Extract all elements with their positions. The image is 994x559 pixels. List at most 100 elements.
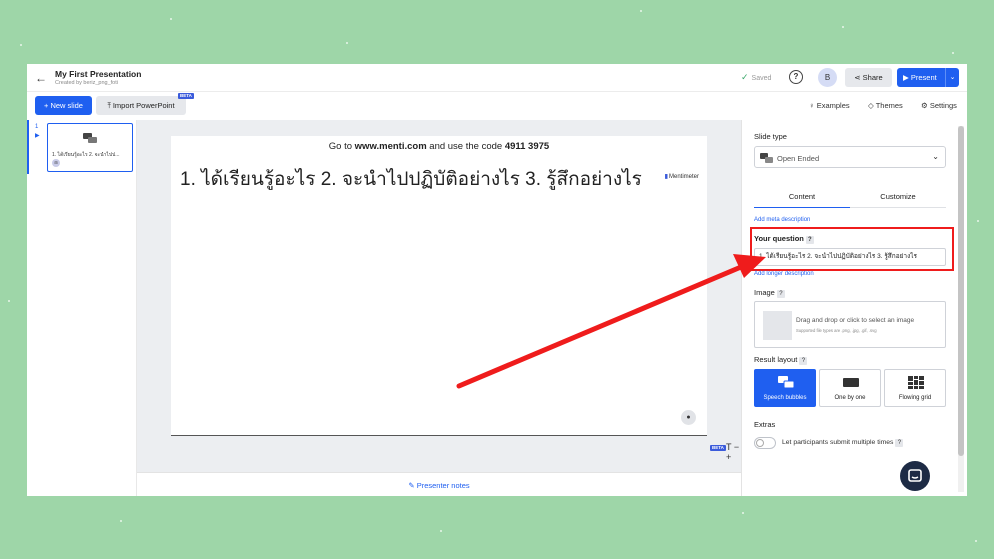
- result-layout-label: Result layout?: [754, 355, 808, 365]
- speech-bubbles-icon: [83, 133, 97, 143]
- background-speck: [640, 10, 642, 12]
- participant-icon[interactable]: ●: [681, 410, 696, 425]
- layout-speech-bubbles[interactable]: Speech bubbles: [754, 369, 816, 407]
- image-placeholder-icon: [763, 311, 792, 340]
- layout-label: Flowing grid: [898, 395, 932, 401]
- help-icon[interactable]: ?: [776, 290, 785, 298]
- gear-icon: ⚙: [921, 101, 930, 110]
- import-powerpoint-button[interactable]: ⤒ Import PowerPoint: [96, 96, 186, 115]
- slide-play-icon: ▶: [35, 133, 40, 139]
- presenter-notes-label: Presenter notes: [416, 481, 470, 490]
- play-icon: ▶: [903, 73, 911, 82]
- slide-thumbnail-text: 1. ได้เรียนรู้อะไร 2. จะนำไปป...: [52, 152, 120, 158]
- extras-label: Extras: [754, 420, 776, 429]
- presentation-subtitle: Created by beriz_png_foti: [55, 80, 118, 86]
- help-icon[interactable]: ?: [895, 439, 904, 447]
- slide-type-label: Slide type: [754, 132, 787, 141]
- grid-icon: [908, 376, 924, 389]
- background-speck: [170, 18, 172, 20]
- themes-link[interactable]: ◇ Themes: [868, 101, 903, 110]
- background-speck: [120, 520, 122, 522]
- app-window: ← My First Presentation Created by beriz…: [27, 64, 967, 496]
- slide-active-indicator: [27, 120, 29, 174]
- presentation-title[interactable]: My First Presentation: [55, 69, 141, 79]
- background-speck: [977, 220, 979, 222]
- slide-canvas-area: Go to www.menti.com and use the code 491…: [137, 120, 741, 496]
- slide-list-panel: 1 ▶ 1. ได้เรียนรู้อะไร 2. จะนำไปป... ⊞: [27, 120, 137, 496]
- examples-label: Examples: [816, 101, 850, 110]
- background-speck: [742, 512, 744, 514]
- beta-badge: BETA: [178, 93, 194, 99]
- presenter-notes-bar[interactable]: ✎ Presenter notes: [137, 472, 741, 496]
- background-speck: [952, 52, 954, 54]
- help-button[interactable]: ?: [789, 70, 803, 84]
- panel-tabs: Content Customize: [754, 186, 946, 208]
- lightbulb-icon: ♀: [809, 101, 817, 110]
- back-arrow-icon[interactable]: ←: [35, 71, 47, 85]
- layout-one-by-one[interactable]: One by one: [819, 369, 881, 407]
- slide-type-select[interactable]: Open Ended ⌄: [754, 146, 946, 168]
- toggle-knob: [756, 439, 764, 447]
- toolbar: + New slide ⤒ Import PowerPoint BETA ♀ E…: [27, 92, 967, 120]
- slide-type-value: Open Ended: [777, 154, 820, 163]
- slide-preview[interactable]: Go to www.menti.com and use the code 491…: [171, 136, 707, 436]
- speech-bubbles-icon: [778, 376, 794, 389]
- speech-bubbles-icon: [760, 153, 773, 163]
- multiple-submissions-label: Let participants submit multiple times?: [782, 439, 904, 447]
- mentimeter-bars-icon: ▮: [664, 174, 668, 180]
- check-icon: ✓: [741, 72, 749, 82]
- help-icon[interactable]: ?: [799, 357, 808, 365]
- join-prefix: Go to: [328, 141, 355, 152]
- image-label-text: Image: [754, 288, 775, 297]
- new-slide-label: New slide: [50, 101, 83, 110]
- add-meta-description-link[interactable]: Add meta description: [754, 217, 810, 223]
- presenter-notes-button[interactable]: ✎ Presenter notes: [137, 481, 741, 490]
- present-dropdown-chevron-icon[interactable]: ⌄: [945, 68, 959, 87]
- join-middle: and use the code: [426, 141, 505, 152]
- panel-scrollbar[interactable]: [958, 126, 964, 492]
- new-slide-button[interactable]: + New slide: [35, 96, 92, 115]
- text-size-beta-badge: BETA: [710, 445, 726, 451]
- multiple-submissions-text: Let participants submit multiple times: [782, 439, 894, 446]
- image-dropzone[interactable]: Drag and drop or click to select an imag…: [754, 301, 946, 348]
- background-speck: [975, 540, 977, 542]
- slide-settings-panel: Slide type Open Ended ⌄ Content Customiz…: [741, 120, 967, 496]
- join-code: 4911 3975: [504, 141, 550, 152]
- dropzone-subtext: Supported file types are .png, .jpg, .gi…: [796, 328, 877, 333]
- single-card-icon: [843, 378, 859, 387]
- present-button[interactable]: ▶ Present ⌄: [897, 68, 959, 87]
- background-speck: [20, 44, 22, 46]
- add-longer-description-link[interactable]: Add longer description: [754, 271, 814, 277]
- slide-question[interactable]: 1. ได้เรียนรู้อะไร 2. จะนำไปปฏิบัติอย่าง…: [180, 168, 650, 192]
- saved-status: ✓ Saved: [741, 72, 771, 83]
- settings-link[interactable]: ⚙ Settings: [921, 101, 957, 110]
- background-speck: [440, 530, 442, 532]
- top-header: ← My First Presentation Created by beriz…: [27, 64, 967, 92]
- saved-label: Saved: [751, 75, 772, 82]
- slide-number: 1: [35, 124, 39, 130]
- present-label: Present: [910, 73, 937, 82]
- tab-customize[interactable]: Customize: [850, 192, 946, 201]
- tab-content[interactable]: Content: [754, 192, 850, 208]
- background-speck: [346, 42, 348, 44]
- examples-link[interactable]: ♀ Examples: [809, 101, 850, 110]
- chevron-down-icon: ⌄: [932, 152, 939, 161]
- scrollbar-thumb[interactable]: [958, 126, 964, 456]
- text-size-controls[interactable]: T − +: [726, 442, 741, 462]
- themes-label: Themes: [875, 101, 903, 110]
- join-instructions: Go to www.menti.com and use the code 491…: [171, 141, 707, 152]
- palette-icon: ◇: [868, 101, 876, 110]
- join-url: www.menti.com: [354, 141, 427, 152]
- chat-support-button[interactable]: [900, 461, 930, 491]
- background-speck: [8, 300, 10, 302]
- share-label: Share: [862, 73, 883, 82]
- brand-name: Mentimeter: [668, 174, 699, 180]
- slide-thumbnail[interactable]: 1. ได้เรียนรู้อะไร 2. จะนำไปป... ⊞: [47, 123, 133, 172]
- layout-flowing-grid[interactable]: Flowing grid: [884, 369, 946, 407]
- share-button[interactable]: ⋖ Share: [845, 68, 892, 87]
- thumbnail-type-icon: ⊞: [52, 159, 60, 167]
- share-icon: ⋖: [854, 73, 863, 82]
- image-label: Image?: [754, 288, 785, 298]
- multiple-submissions-toggle[interactable]: [754, 437, 776, 449]
- avatar[interactable]: B: [818, 68, 837, 87]
